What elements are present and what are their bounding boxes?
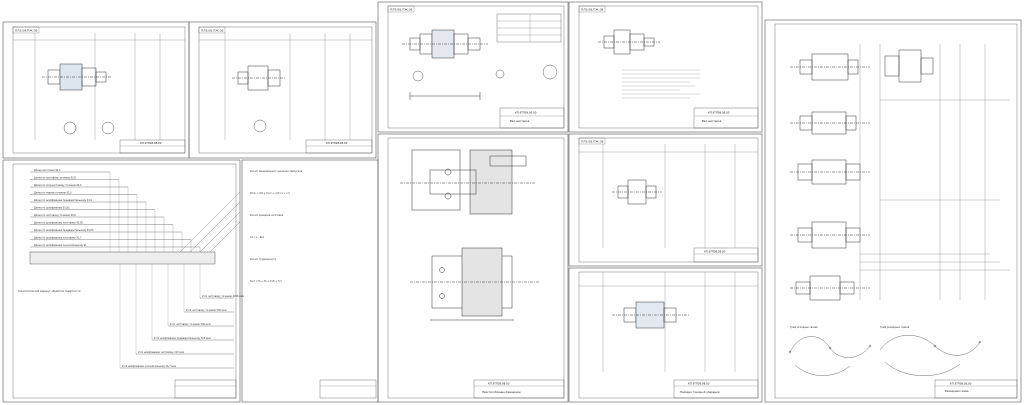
sheet-3-title: Вал-шестерня (510, 119, 530, 123)
left-dim-label: Длина по шлифованию 91,85 (34, 207, 70, 210)
right-dim-label: Z по чистовому точению 390 мкм (170, 323, 211, 326)
sheet-3-stamp: КП.9ТП08.08.00 (515, 111, 537, 115)
sheet-1-stamp: КП.9ТП08.08.00 (140, 141, 162, 145)
left-dim-label: Длина по шлифованию предварительному 91,… (34, 229, 94, 232)
right-dim-label: Z по чистовому точению 4200 мкм (202, 295, 244, 298)
sheet-2-code: ПЛЗ.08.ПЖ.08 (201, 29, 224, 33)
sheet-6-stamp: КП.9ТП08.08.00 (704, 250, 726, 254)
sheet-8-title: Размерная схема (945, 389, 969, 393)
left-dim-label: Длина по шлифованию чистовому 91,7 (34, 237, 82, 240)
sheet-8-stamp: КП.9ТП08.08.00 (950, 382, 972, 386)
left-dim-label: Длина заготовки 94,3 (34, 169, 61, 172)
sheet-6-code: ПЛЗ.08.ПЖ.08 (581, 140, 604, 144)
right-dim-label: Z по шлифованию предварительному 325 мкм (154, 337, 211, 340)
right-dim-label: Z по чистовому точению 540 мкм (186, 309, 227, 312)
sheet-5-stamp: КП.9ТП08.08.00 (488, 382, 510, 386)
calc-line: Расчет минимального значения припусков (250, 170, 303, 173)
sheet-2-stamp: КП.9ТП08.08.00 (326, 141, 348, 145)
left-dim-label: Длина по чернов точению 92,0 (34, 192, 72, 195)
calc-line: Tшт = To + Tв + Tоб + Tот (250, 280, 283, 283)
route-note: Технологический маршрут обработки поверх… (18, 290, 81, 293)
sheet-1-code: ПЛЗ.08.ПЖ.08 (15, 29, 38, 33)
graph-title-1: Граф исходных связей (790, 326, 818, 329)
sheet-3-code: ПЛЗ.08.ПЖ.08 (390, 8, 413, 12)
graph-title-2: Граф размерных связей (880, 326, 910, 329)
left-dim-label: Длина по чистовому точению 92,8 (34, 177, 76, 180)
sheet-4-title: Вал-шестерня (702, 119, 722, 123)
left-dim-label: Длина по шлифованию предварительному 91,… (34, 199, 93, 202)
calc-line: Расчет размеров заготовки (250, 214, 284, 217)
left-dim-label: Длина по шлифованию чистовому 90,05 (34, 222, 83, 225)
calc-line: Расчет трудоемкости (250, 258, 277, 261)
sheet-4-code: ПЛЗ.08.ПЖ.08 (581, 8, 604, 12)
calc-line: Ld = L - ΔLd (250, 236, 265, 239)
right-dim-label: Z по шлифованию окончательному 16,7 мкм (122, 365, 177, 368)
sheet-7-stamp: КП.9ТП08.08.00 (688, 382, 710, 386)
sheet-5-title: Приспособление фрезерное (482, 390, 521, 394)
sheet-4-stamp: КП.9ТП08.08.00 (708, 111, 730, 115)
left-dim-label: Длина по чистовому точению 90,0 (34, 214, 76, 217)
sheet-7-title: Наладка токарной операции (680, 390, 720, 394)
right-dim-label: Z по шлифованию чистовому 210 мкм (138, 351, 184, 354)
left-dim-label: Длина по шлифованию окончательному 91 (34, 244, 87, 247)
left-dim-label: Длина по получистовому точению 92,4 (34, 184, 82, 187)
drawing-canvas: ПЛЗ.08.ПЖ.08 КП.9ТП08.08.00 ПЛЗ.08.ПЖ.08 (0, 0, 1024, 405)
calc-line: Zmin = (Rz + h)i-1 + √(Δ²i-1 + ε²i) (250, 192, 290, 195)
